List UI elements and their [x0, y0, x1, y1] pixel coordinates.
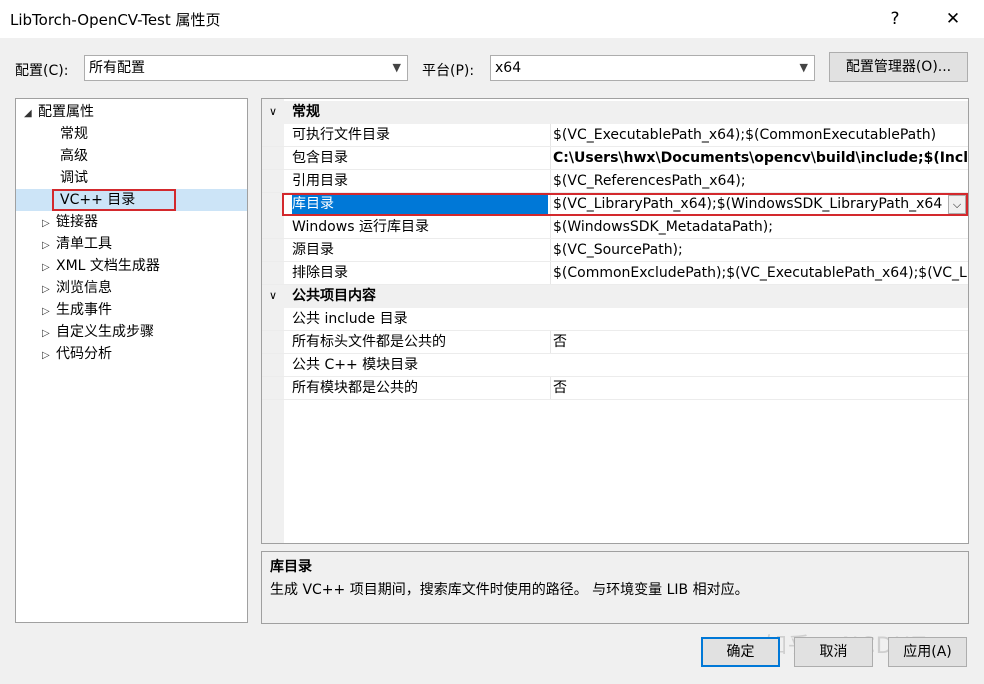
tree-root[interactable]: ◢配置属性	[24, 101, 94, 123]
property-value[interactable]: $(VC_ReferencesPath_x64);	[550, 170, 968, 192]
grid-row[interactable]: 库目录$(VC_LibraryPath_x64);$(WindowsSDK_Li…	[282, 193, 968, 216]
window-title: LibTorch-OpenCV-Test 属性页	[10, 9, 221, 30]
config-label: 配置(C):	[15, 60, 68, 80]
property-value[interactable]: $(CommonExcludePath);$(VC_ExecutablePath…	[550, 262, 968, 284]
property-name: 所有标头文件都是公共的	[292, 331, 546, 353]
tree-item-label: 自定义生成步骤	[56, 324, 154, 340]
property-name: 包含目录	[292, 147, 546, 169]
grid-row[interactable]: 源目录$(VC_SourcePath);	[262, 239, 968, 262]
tree-item-label: VC++ 目录	[52, 189, 176, 211]
tree-item[interactable]: ▷生成事件	[42, 299, 112, 321]
config-manager-button[interactable]: 配置管理器(O)...	[829, 52, 968, 82]
property-tree: ◢配置属性 常规高级调试VC++ 目录▷链接器▷清单工具▷XML 文档生成器▷浏…	[15, 98, 248, 623]
property-value[interactable]: C:\Users\hwx\Documents\opencv\build\incl…	[550, 147, 968, 169]
platform-select-value: x64	[495, 60, 521, 76]
cancel-button[interactable]: 取消	[794, 637, 873, 667]
tree-item[interactable]: 高级	[60, 145, 88, 167]
grid-row[interactable]: 包含目录C:\Users\hwx\Documents\opencv\build\…	[262, 147, 968, 170]
grid-row[interactable]: 排除目录$(CommonExcludePath);$(VC_Executable…	[262, 262, 968, 285]
grid-row[interactable]: 公共 include 目录	[262, 308, 968, 331]
ok-button[interactable]: 确定	[701, 637, 780, 667]
expand-triangle-icon: ▷	[42, 213, 56, 235]
grid-row[interactable]: 可执行文件目录$(VC_ExecutablePath_x64);$(Common…	[262, 124, 968, 147]
property-value[interactable]: $(WindowsSDK_MetadataPath);	[550, 216, 968, 238]
property-value[interactable]: 否	[550, 377, 968, 399]
property-value[interactable]: $(VC_LibraryPath_x64);$(WindowsSDK_Libra…	[550, 195, 948, 214]
tree-item-label: 浏览信息	[56, 280, 112, 296]
property-name: 引用目录	[292, 170, 546, 192]
grid-row[interactable]: Windows 运行库目录$(WindowsSDK_MetadataPath);	[262, 216, 968, 239]
grid-row[interactable]: 所有模块都是公共的否	[262, 377, 968, 400]
expand-triangle-icon: ▷	[42, 301, 56, 323]
expand-triangle-icon: ▷	[42, 257, 56, 279]
tree-item[interactable]: ▷代码分析	[42, 343, 112, 365]
grid-row[interactable]: 所有标头文件都是公共的否	[262, 331, 968, 354]
tree-item[interactable]: VC++ 目录	[16, 189, 247, 211]
property-name: 公共 include 目录	[292, 308, 546, 330]
chevron-down-icon: ▼	[800, 56, 808, 80]
property-value[interactable]: $(VC_SourcePath);	[550, 239, 968, 261]
description-title: 库目录	[270, 556, 312, 576]
platform-select[interactable]: x64 ▼	[490, 55, 815, 81]
grid-category[interactable]: ∨ 公共项目内容	[262, 285, 968, 308]
property-name: 公共 C++ 模块目录	[292, 354, 546, 376]
property-name: 排除目录	[292, 262, 546, 284]
tree-item[interactable]: ▷浏览信息	[42, 277, 112, 299]
tree-item-label: 常规	[60, 126, 88, 142]
property-name: 可执行文件目录	[292, 124, 546, 146]
grid-category-title: 常规	[292, 101, 320, 123]
apply-button[interactable]: 应用(A)	[888, 637, 967, 667]
config-select-value: 所有配置	[89, 60, 145, 76]
expand-triangle-icon: ▷	[42, 235, 56, 257]
help-button[interactable]: ?	[872, 0, 918, 38]
value-dropdown-button[interactable]: ⌵	[948, 195, 966, 214]
collapse-triangle-icon: ◢	[24, 103, 38, 125]
property-value[interactable]: 否	[550, 331, 968, 353]
collapse-chevron-icon: ∨	[269, 285, 277, 307]
tree-item-label: 调试	[60, 170, 88, 186]
chevron-down-icon: ▼	[393, 56, 401, 80]
close-button[interactable]: ✕	[930, 0, 976, 38]
tree-item-label: 链接器	[56, 214, 98, 230]
expand-triangle-icon: ▷	[42, 323, 56, 345]
tree-item-label: XML 文档生成器	[56, 258, 160, 274]
description-text: 生成 VC++ 项目期间，搜索库文件时使用的路径。 与环境变量 LIB 相对应。	[270, 579, 749, 599]
expand-triangle-icon: ▷	[42, 279, 56, 301]
property-name: 所有模块都是公共的	[292, 377, 546, 399]
expand-triangle-icon: ▷	[42, 345, 56, 367]
grid-row[interactable]: 引用目录$(VC_ReferencesPath_x64);	[262, 170, 968, 193]
grid-row[interactable]: 公共 C++ 模块目录	[262, 354, 968, 377]
collapse-chevron-icon: ∨	[269, 101, 277, 123]
tree-item[interactable]: ▷XML 文档生成器	[42, 255, 160, 277]
config-select[interactable]: 所有配置 ▼	[84, 55, 408, 81]
description-panel: 库目录 生成 VC++ 项目期间，搜索库文件时使用的路径。 与环境变量 LIB …	[261, 551, 969, 624]
tree-root-label: 配置属性	[38, 104, 94, 120]
tree-item-label: 清单工具	[56, 236, 112, 252]
property-value[interactable]: $(VC_ExecutablePath_x64);$(CommonExecuta…	[550, 124, 968, 146]
property-name: Windows 运行库目录	[292, 216, 546, 238]
grid-category[interactable]: ∨ 常规	[262, 101, 968, 124]
tree-item[interactable]: ▷链接器	[42, 211, 98, 233]
tree-item-label: 代码分析	[56, 346, 112, 362]
tree-item[interactable]: 调试	[60, 167, 88, 189]
property-grid: ∨ 常规可执行文件目录$(VC_ExecutablePath_x64);$(Com…	[261, 98, 969, 544]
platform-label: 平台(P):	[422, 60, 474, 80]
tree-item[interactable]: 常规	[60, 123, 88, 145]
tree-item-label: 高级	[60, 148, 88, 164]
property-name: 库目录	[292, 195, 548, 214]
property-name: 源目录	[292, 239, 546, 261]
tree-item[interactable]: ▷自定义生成步骤	[42, 321, 154, 343]
tree-item[interactable]: ▷清单工具	[42, 233, 112, 255]
tree-item-label: 生成事件	[56, 302, 112, 318]
grid-category-title: 公共项目内容	[292, 285, 376, 307]
